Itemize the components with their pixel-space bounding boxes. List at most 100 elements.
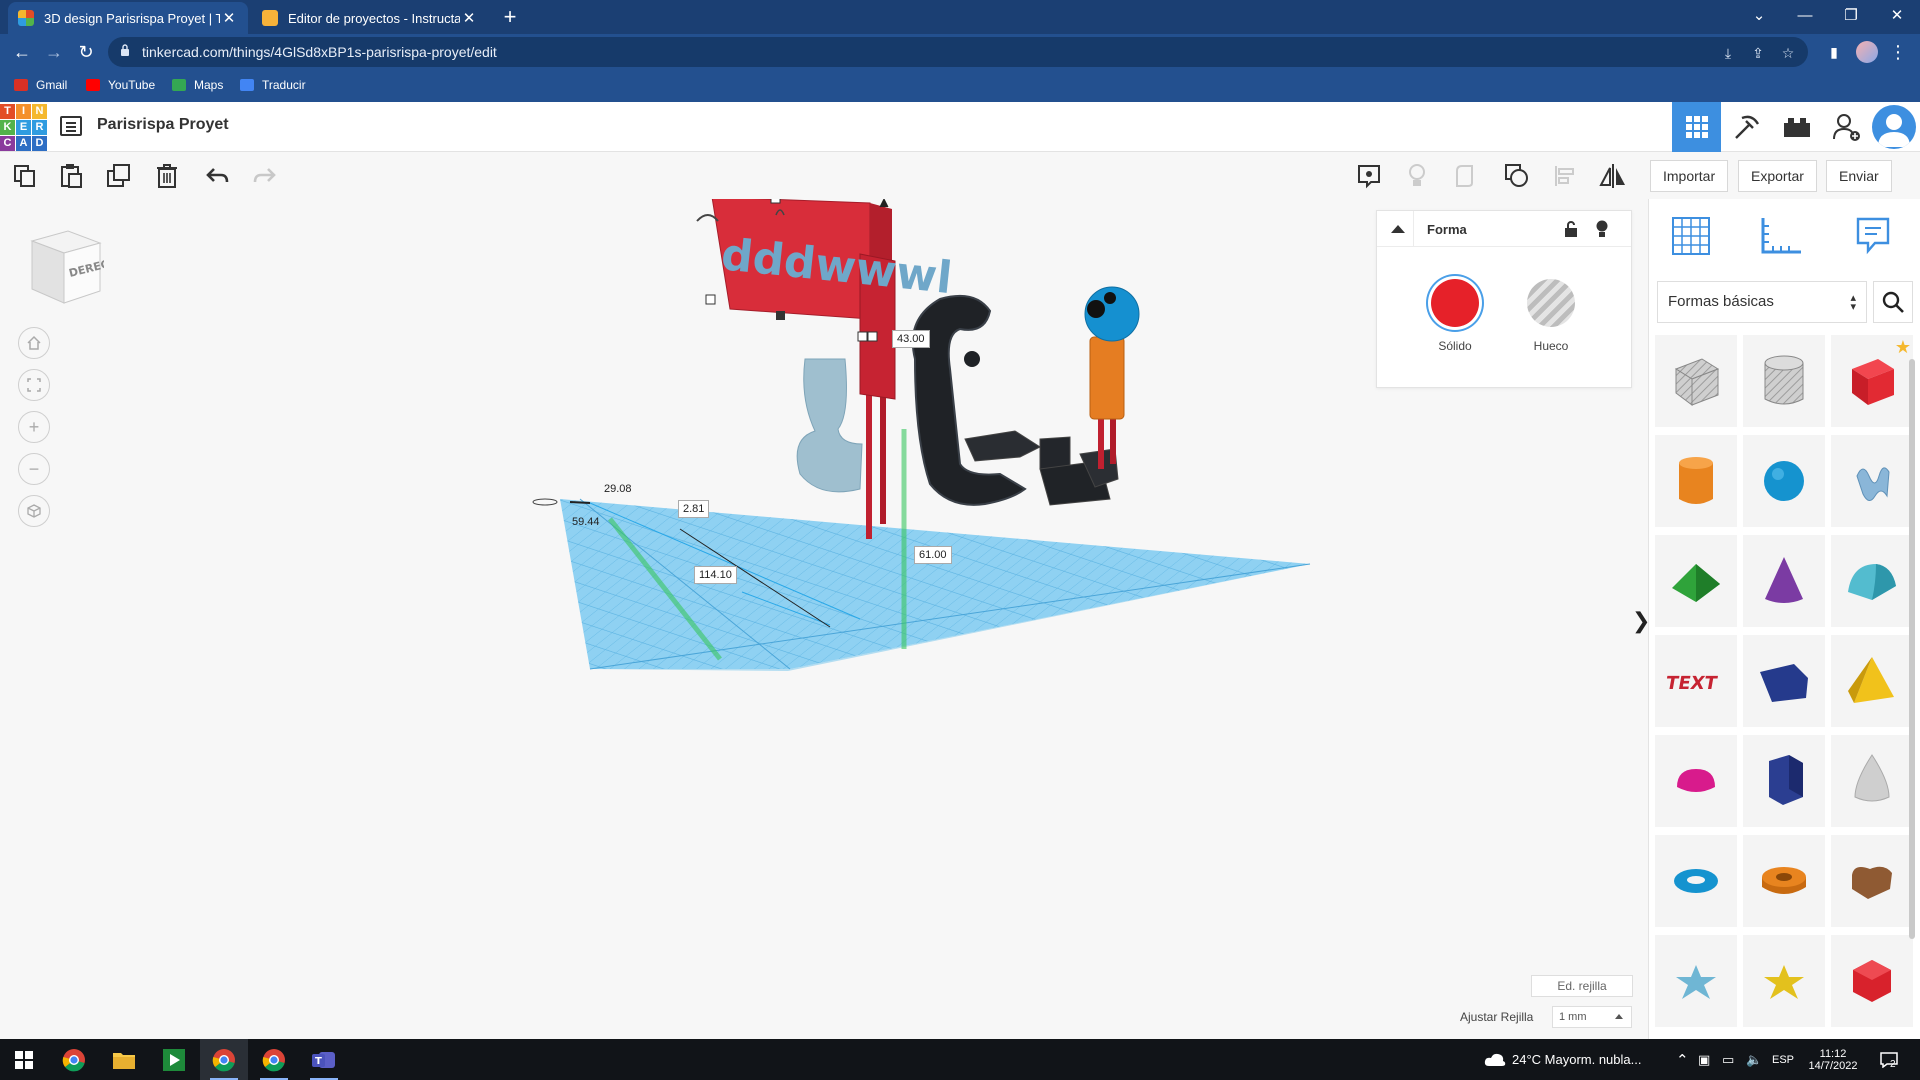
shape-polygon[interactable] — [1743, 735, 1825, 827]
height-arrow[interactable] — [879, 199, 889, 208]
shape-cylinder-hole[interactable] — [1743, 335, 1825, 427]
import-button[interactable]: Importar — [1650, 160, 1729, 192]
bookmark-gmail[interactable]: Gmail — [14, 78, 67, 92]
network-icon[interactable]: ▭ — [1722, 1039, 1734, 1080]
depth-dimension[interactable]: 61.00 — [914, 546, 952, 564]
notification-button[interactable]: 2 — [1880, 1039, 1898, 1080]
resize-handle[interactable] — [705, 294, 716, 305]
orange-body[interactable] — [1089, 336, 1125, 420]
shape-box[interactable]: ★ — [1831, 335, 1913, 427]
dimension-label[interactable]: 59.44 — [568, 514, 604, 530]
black-chair-shape[interactable] — [911, 295, 1027, 506]
collapse-panel-icon[interactable] — [1391, 225, 1405, 233]
shape-cylinder[interactable] — [1655, 435, 1737, 527]
clock[interactable]: 11:12 14/7/2022 — [1808, 1039, 1858, 1080]
paste-button[interactable] — [56, 161, 86, 191]
omnibox[interactable]: tinkercad.com/things/4GlSd8xBP1s-parisri… — [108, 37, 1808, 67]
edit-grid-button[interactable]: Ed. rejilla — [1531, 975, 1633, 997]
grey-chair-shape[interactable] — [796, 358, 863, 493]
rotation-marker[interactable] — [532, 498, 558, 506]
bricks-button[interactable] — [1772, 102, 1821, 152]
shape-category-select[interactable]: Formas básicas ▴ ▾ — [1657, 281, 1867, 323]
browser-menu-icon[interactable]: ⋮ — [1886, 40, 1910, 64]
fit-view-button[interactable] — [18, 369, 50, 401]
tray-camera-icon[interactable]: ▣ — [1698, 1039, 1710, 1080]
shape-star[interactable] — [1655, 935, 1737, 1027]
new-tab-button[interactable]: + — [496, 4, 524, 32]
library-tab-ruler[interactable] — [1753, 209, 1809, 263]
copy-button[interactable] — [10, 161, 40, 191]
view-cube[interactable]: DERECHA — [24, 227, 104, 309]
shape-half-sphere[interactable] — [1655, 735, 1737, 827]
tab-search-icon[interactable]: ⌄ — [1736, 0, 1782, 34]
shape-scribble[interactable] — [1831, 435, 1913, 527]
shape-round-roof[interactable] — [1831, 535, 1913, 627]
mirror-button[interactable] — [1598, 161, 1628, 191]
taskbar-explorer[interactable] — [100, 1039, 148, 1080]
user-avatar[interactable] — [1872, 105, 1916, 149]
close-window-button[interactable]: ✕ — [1874, 0, 1920, 34]
close-tab-icon[interactable]: ✕ — [460, 9, 478, 27]
library-tab-grid[interactable] — [1663, 209, 1719, 263]
resize-handle[interactable] — [857, 331, 868, 342]
lock-icon[interactable] — [1563, 220, 1579, 238]
volume-icon[interactable]: 🔈 — [1746, 1039, 1762, 1080]
align-button[interactable] — [1550, 161, 1580, 191]
taskbar-teams[interactable]: T — [300, 1039, 348, 1080]
height-dimension[interactable]: 43.00 — [892, 330, 930, 348]
zoom-in-button[interactable]: + — [18, 411, 50, 443]
solid-swatch[interactable] — [1431, 279, 1479, 327]
resize-handle[interactable] — [867, 331, 878, 342]
undo-button[interactable] — [202, 161, 232, 191]
shape-roof[interactable] — [1655, 535, 1737, 627]
bookmark-maps[interactable]: Maps — [172, 78, 223, 92]
tab-instructables[interactable]: Editor de proyectos - Instructable ✕ — [252, 2, 488, 34]
export-button[interactable]: Exportar — [1738, 160, 1817, 192]
redo-button[interactable] — [250, 161, 280, 191]
3d-view-button[interactable] — [1672, 102, 1721, 152]
collapse-library-button[interactable]: ❯ — [1632, 608, 1650, 634]
library-tab-notes[interactable] — [1845, 209, 1901, 263]
shape-icosahedron[interactable] — [1831, 935, 1913, 1027]
workplane-grid[interactable] — [560, 499, 1310, 669]
side-panel-icon[interactable]: ▮ — [1822, 40, 1846, 64]
group-button[interactable] — [1452, 161, 1482, 191]
delete-button[interactable] — [152, 161, 182, 191]
send-to-button[interactable]: Enviar a — [1826, 160, 1892, 214]
hole-swatch[interactable] — [1527, 279, 1575, 327]
ungroup-button[interactable] — [1502, 161, 1532, 191]
restore-button[interactable]: ❐ — [1828, 0, 1874, 34]
note-view-button[interactable] — [1354, 161, 1384, 191]
reload-button[interactable]: ↻ — [74, 40, 98, 64]
taskbar-chrome-profile-2[interactable] — [250, 1039, 298, 1080]
shape-torus[interactable] — [1655, 835, 1737, 927]
tinkercad-logo[interactable]: T I N K E R C A D — [0, 104, 47, 151]
forward-button[interactable]: → — [42, 40, 66, 64]
shape-tube[interactable] — [1743, 835, 1825, 927]
light-bulb-button[interactable] — [1402, 161, 1432, 191]
taskbar-chrome[interactable] — [50, 1039, 98, 1080]
start-button[interactable] — [0, 1039, 48, 1080]
width-dimension[interactable]: 114.10 — [694, 566, 737, 584]
duplicate-button[interactable] — [104, 161, 134, 191]
codeblocks-button[interactable] — [1722, 102, 1771, 152]
taskbar-chrome-profile[interactable] — [200, 1039, 248, 1080]
tray-chevron-icon[interactable]: ⌃ — [1676, 1039, 1689, 1080]
dimension-label[interactable]: 29.08 — [600, 481, 636, 497]
shape-search-button[interactable] — [1873, 281, 1913, 323]
project-title[interactable]: Parisrispa Proyet — [97, 116, 229, 134]
shape-wedge[interactable] — [1743, 635, 1825, 727]
minimize-button[interactable]: — — [1782, 0, 1828, 34]
resize-handle[interactable] — [770, 199, 781, 204]
resize-handle[interactable] — [776, 311, 785, 320]
black-block[interactable] — [1039, 436, 1071, 470]
shape-sphere[interactable] — [1743, 435, 1825, 527]
bookmark-star-icon[interactable]: ☆ — [1778, 43, 1798, 63]
bookmark-youtube[interactable]: YouTube — [86, 78, 155, 92]
add-user-button[interactable] — [1822, 102, 1871, 152]
shape-paraboloid[interactable] — [1831, 735, 1913, 827]
black-block[interactable] — [964, 430, 1042, 462]
library-scrollbar[interactable] — [1909, 359, 1915, 939]
shape-star-gold[interactable] — [1743, 935, 1825, 1027]
profile-avatar[interactable] — [1856, 41, 1878, 63]
